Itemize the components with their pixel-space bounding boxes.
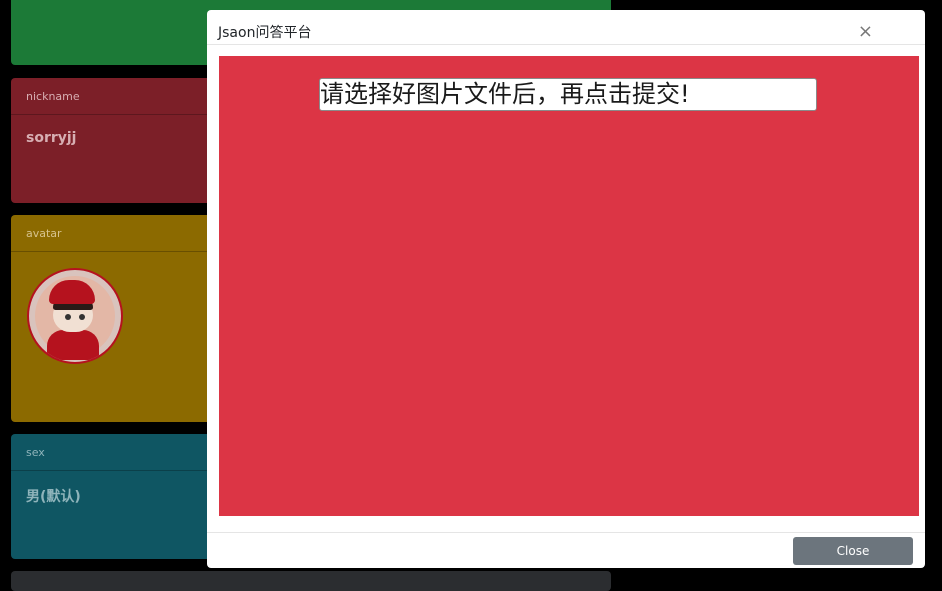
avatar <box>27 268 123 364</box>
upload-modal: Jsaon问答平台 × 请选择好图片文件后，再点击提交! Close <box>207 10 925 568</box>
file-input[interactable]: 请选择好图片文件后，再点击提交! <box>319 78 817 111</box>
bottom-dark-card <box>11 571 611 591</box>
modal-header: Jsaon问答平台 × <box>207 10 925 45</box>
modal-footer: Close <box>207 532 925 568</box>
close-button[interactable]: Close <box>793 537 913 565</box>
modal-title: Jsaon问答平台 <box>218 25 312 41</box>
close-icon[interactable]: × <box>858 22 873 42</box>
modal-body: 请选择好图片文件后，再点击提交! <box>219 56 919 516</box>
